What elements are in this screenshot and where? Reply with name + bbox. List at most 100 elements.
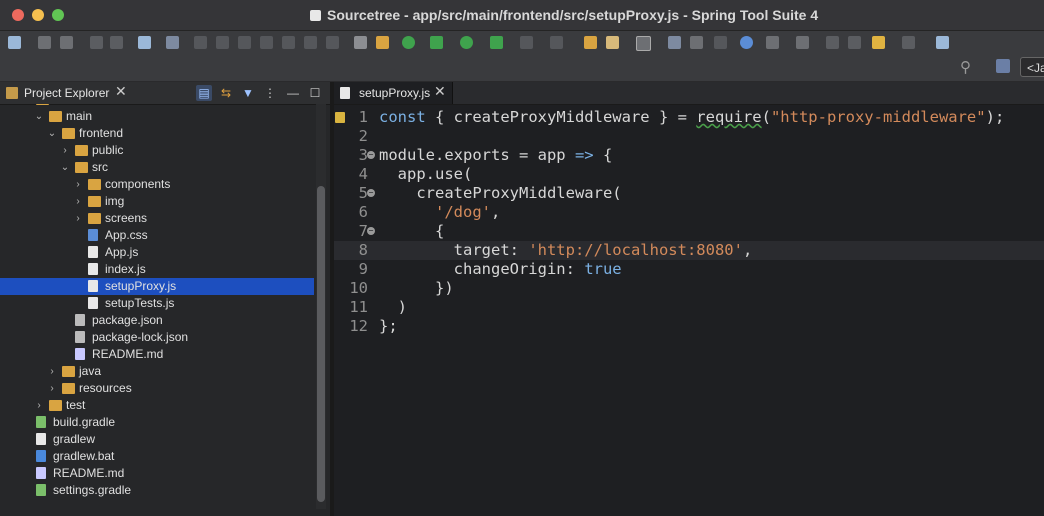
code-line[interactable]: 4 app.use( bbox=[334, 165, 1044, 184]
new-icon[interactable] bbox=[8, 36, 21, 49]
fold-toggle-icon[interactable]: − bbox=[367, 227, 375, 235]
back-icon[interactable] bbox=[848, 36, 861, 49]
tree-item[interactable]: setupTests.js bbox=[0, 295, 314, 312]
link-with-editor-icon[interactable]: ⇆ bbox=[218, 85, 234, 101]
code-line[interactable]: 10 }) bbox=[334, 279, 1044, 298]
search-icon[interactable]: ⚲ bbox=[960, 58, 971, 76]
java-perspective-button[interactable]: <Ja bbox=[1020, 57, 1044, 77]
disconnect-icon[interactable] bbox=[260, 36, 273, 49]
tab-project-explorer[interactable]: Project Explorer bbox=[2, 82, 109, 104]
save-icon[interactable] bbox=[38, 36, 51, 49]
fold-toggle-icon[interactable]: − bbox=[367, 151, 375, 159]
forward-icon[interactable] bbox=[902, 36, 915, 49]
close-icon[interactable]: ✕ bbox=[434, 83, 446, 100]
prev-annotation-icon[interactable] bbox=[796, 36, 809, 49]
open-perspective-icon[interactable] bbox=[996, 59, 1010, 73]
chevron-right-icon[interactable]: › bbox=[73, 193, 83, 210]
explorer-scrollbar-thumb[interactable] bbox=[317, 186, 325, 502]
forward-history-icon[interactable] bbox=[872, 36, 885, 49]
tree-item[interactable]: › screens bbox=[0, 210, 314, 227]
open-task-icon[interactable] bbox=[354, 36, 367, 49]
resume-icon[interactable] bbox=[194, 36, 207, 49]
step-into-icon[interactable] bbox=[282, 36, 295, 49]
tree-item[interactable]: › components bbox=[0, 176, 314, 193]
chevron-right-icon[interactable]: › bbox=[60, 142, 70, 159]
code-line[interactable]: 8 target: 'http://localhost:8080', bbox=[334, 241, 1044, 260]
close-window-button[interactable] bbox=[12, 9, 24, 21]
tree-item[interactable]: setupProxy.js bbox=[0, 278, 314, 295]
tree-item[interactable]: ⌄ frontend bbox=[0, 125, 314, 142]
filter-icon[interactable]: ▼ bbox=[240, 85, 256, 101]
chevron-right-icon[interactable]: › bbox=[47, 380, 57, 397]
outline-icon[interactable] bbox=[668, 36, 681, 49]
terminal-icon[interactable] bbox=[138, 36, 151, 49]
boot-dashboard-icon[interactable] bbox=[402, 36, 415, 49]
stop-icon[interactable] bbox=[520, 36, 533, 49]
coverage-icon[interactable] bbox=[550, 36, 563, 49]
save-all-icon[interactable] bbox=[60, 36, 73, 49]
tree-item[interactable]: › test bbox=[0, 397, 314, 414]
minimize-window-button[interactable] bbox=[32, 9, 44, 21]
tab-setupproxy-js[interactable]: setupProxy.js ✕ bbox=[334, 82, 453, 104]
tree-item[interactable]: › public bbox=[0, 142, 314, 159]
block-select-icon[interactable] bbox=[690, 36, 703, 49]
debug-icon[interactable] bbox=[430, 36, 443, 49]
chevron-right-icon[interactable]: › bbox=[73, 176, 83, 193]
code-line[interactable]: 2 bbox=[334, 127, 1044, 146]
maximize-window-button[interactable] bbox=[52, 9, 64, 21]
code-line[interactable]: 12}; bbox=[334, 317, 1044, 336]
undo-icon[interactable] bbox=[90, 36, 103, 49]
tree-item[interactable]: package-lock.json bbox=[0, 329, 314, 346]
chevron-down-icon[interactable]: ⌄ bbox=[34, 108, 44, 125]
chevron-right-icon[interactable]: › bbox=[73, 210, 83, 227]
next-annotation-icon[interactable] bbox=[766, 36, 779, 49]
tree-item[interactable]: build.gradle bbox=[0, 414, 314, 431]
tree-item[interactable]: settings.gradle bbox=[0, 482, 314, 499]
collapse-all-icon[interactable]: ▤ bbox=[196, 85, 212, 101]
open-folder-icon[interactable] bbox=[584, 36, 597, 49]
fold-toggle-icon[interactable]: − bbox=[367, 189, 375, 197]
globe-icon[interactable] bbox=[740, 36, 753, 49]
tree-item[interactable]: ⌄ main bbox=[0, 108, 314, 125]
skip-breakpoints-icon[interactable] bbox=[166, 36, 179, 49]
annotate-icon[interactable] bbox=[606, 36, 619, 49]
tree-item[interactable]: package.json bbox=[0, 312, 314, 329]
tree-item[interactable]: index.js bbox=[0, 261, 314, 278]
suspend-icon[interactable] bbox=[216, 36, 229, 49]
last-edit-icon[interactable] bbox=[826, 36, 839, 49]
tree-item[interactable]: › img bbox=[0, 193, 314, 210]
maximize-icon[interactable]: ☐ bbox=[307, 85, 323, 101]
run-external-icon[interactable] bbox=[490, 36, 503, 49]
step-over-icon[interactable] bbox=[304, 36, 317, 49]
show-whitespace-icon[interactable] bbox=[714, 36, 727, 49]
tree-item[interactable]: ⌄ src bbox=[0, 159, 314, 176]
code-line[interactable]: 5− createProxyMiddleware( bbox=[334, 184, 1044, 203]
code-line[interactable]: 1 const { createProxyMiddleware } = requi… bbox=[334, 108, 1044, 127]
tree-item[interactable]: App.css bbox=[0, 227, 314, 244]
code-line[interactable]: 7− { bbox=[334, 222, 1044, 241]
tree-item[interactable]: gradlew bbox=[0, 431, 314, 448]
tree-item[interactable]: gradlew.bat bbox=[0, 448, 314, 465]
chevron-right-icon[interactable]: › bbox=[47, 363, 57, 380]
tree-item[interactable]: › java bbox=[0, 363, 314, 380]
tree-item[interactable]: README.md bbox=[0, 346, 314, 363]
step-return-icon[interactable] bbox=[326, 36, 339, 49]
run-icon[interactable] bbox=[460, 36, 473, 49]
view-menu-icon[interactable]: ⋮ bbox=[262, 85, 278, 101]
close-icon[interactable]: ✕ bbox=[115, 83, 127, 100]
code-line[interactable]: 6 '/dog', bbox=[334, 203, 1044, 222]
open-perspective-icon[interactable] bbox=[936, 36, 949, 49]
code-line[interactable]: 11 ) bbox=[334, 298, 1044, 317]
minimize-icon[interactable]: — bbox=[285, 85, 301, 101]
toggle-highlight-icon[interactable] bbox=[376, 36, 389, 49]
tree-item[interactable]: App.js bbox=[0, 244, 314, 261]
tree-item[interactable]: › resources bbox=[0, 380, 314, 397]
pen-icon[interactable] bbox=[636, 36, 651, 51]
tree-item[interactable]: README.md bbox=[0, 465, 314, 482]
chevron-down-icon[interactable]: ⌄ bbox=[47, 125, 57, 142]
code-line[interactable]: 3− module.exports = app => { bbox=[334, 146, 1044, 165]
terminate-icon[interactable] bbox=[238, 36, 251, 49]
code-area[interactable]: 1 const { createProxyMiddleware } = requi… bbox=[334, 104, 1044, 516]
chevron-down-icon[interactable]: ⌄ bbox=[60, 159, 70, 176]
chevron-right-icon[interactable]: › bbox=[34, 397, 44, 414]
